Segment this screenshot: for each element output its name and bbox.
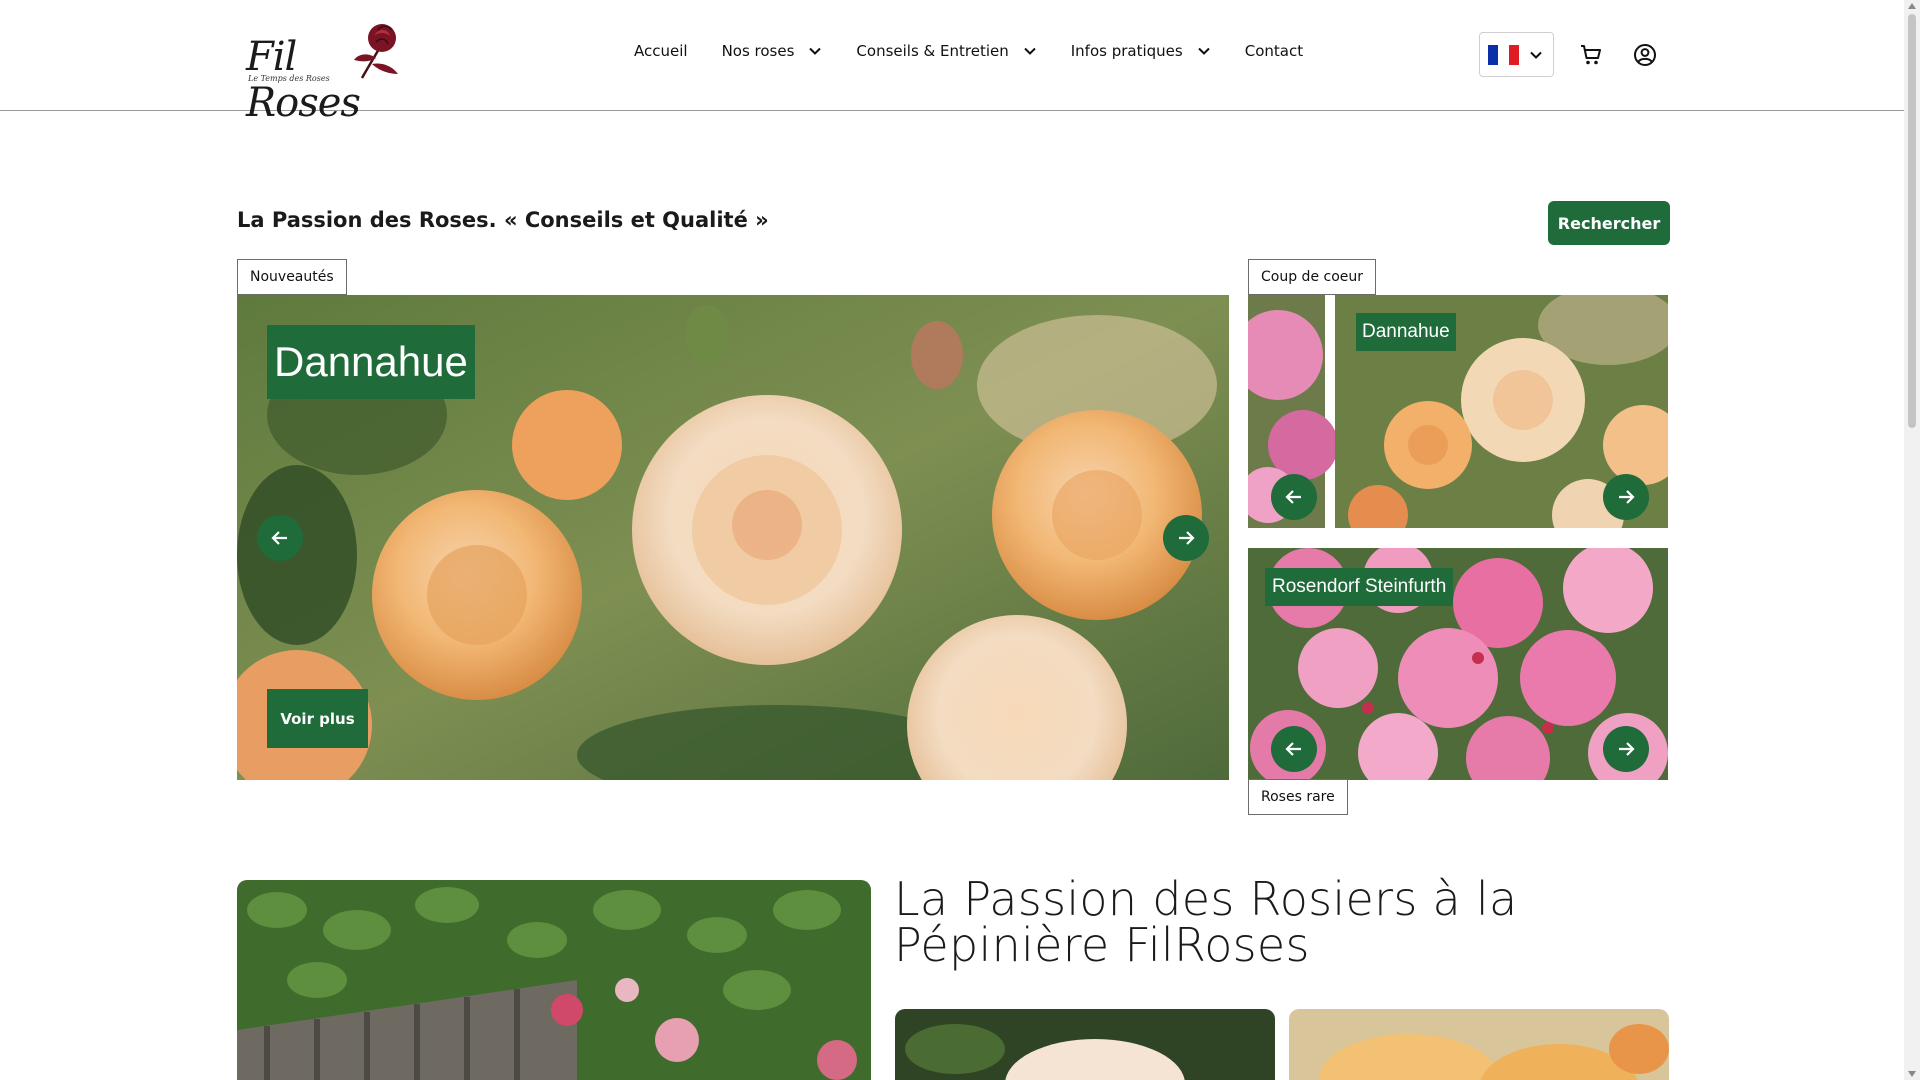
arrow-left-icon [271, 531, 287, 545]
nav-item-nos-roses[interactable]: Nos roses [722, 42, 823, 60]
arrow-left-icon [1285, 490, 1301, 504]
logo-tagline: Le Temps des Roses [248, 74, 330, 83]
rose-logo-icon [354, 24, 398, 79]
next-slide-button[interactable] [1163, 515, 1209, 561]
scroll-up-icon[interactable] [1908, 3, 1916, 9]
next-slide-button[interactable] [1603, 726, 1649, 772]
rose-thumbnail[interactable] [1289, 1009, 1669, 1080]
rose-thumbnail[interactable] [895, 1009, 1275, 1080]
tab-coup-de-coeur[interactable]: Coup de coeur [1248, 259, 1377, 295]
section-title: La Passion des Rosiers à la Pépinière Fi… [894, 872, 1518, 972]
garden-bench-photo [237, 880, 871, 1080]
chevron-down-icon [1198, 47, 1210, 55]
cart-icon[interactable] [1577, 41, 1605, 69]
language-selector[interactable] [1479, 32, 1554, 77]
nav-label: Nos roses [721, 42, 795, 60]
voir-plus-button[interactable]: Voir plus [267, 689, 368, 748]
search-button[interactable]: Rechercher [1548, 201, 1670, 245]
chevron-down-icon [1024, 47, 1036, 55]
main-nav: Accueil Nos roses Conseils & Entretien I… [634, 42, 1337, 60]
coup-de-coeur-carousel: Dannahue [1248, 295, 1668, 528]
roses-rare-carousel: Rosendorf Steinfurth [1248, 548, 1668, 780]
slide-title: Dannahue [267, 325, 475, 399]
nav-label: Contact [1244, 42, 1304, 60]
arrow-right-icon [1179, 531, 1195, 545]
arrow-right-icon [1619, 490, 1635, 504]
prev-slide-button[interactable] [257, 515, 303, 561]
chevron-down-icon [1530, 51, 1542, 59]
nouveautes-carousel: Dannahue Voir plus [237, 295, 1229, 780]
prev-slide-button[interactable] [1271, 474, 1317, 520]
nav-label: Infos pratiques [1070, 42, 1183, 60]
nav-item-contact[interactable]: Contact [1245, 42, 1303, 60]
nav-label: Accueil [634, 42, 688, 60]
tab-nouveautes[interactable]: Nouveautés [237, 259, 347, 295]
tab-roses-rare[interactable]: Roses rare [1248, 779, 1348, 815]
nav-item-infos-pratiques[interactable]: Infos pratiques [1071, 42, 1211, 60]
slide-title: Rosendorf Steinfurth [1265, 568, 1454, 606]
arrow-right-icon [1619, 742, 1635, 756]
scroll-thumb[interactable] [1908, 14, 1916, 428]
page-scrollbar[interactable] [1904, 0, 1920, 1080]
page-tagline: La Passion des Roses. « Conseils et Qual… [237, 208, 769, 232]
account-icon[interactable] [1631, 41, 1659, 69]
nav-label: Conseils & Entretien [856, 42, 1009, 60]
french-flag-icon [1488, 44, 1519, 65]
nav-item-accueil[interactable]: Accueil [634, 42, 688, 60]
prev-slide-button[interactable] [1271, 726, 1317, 772]
nav-item-conseils[interactable]: Conseils & Entretien [856, 42, 1036, 60]
scroll-down-icon[interactable] [1908, 1071, 1916, 1077]
chevron-down-icon [809, 47, 822, 55]
slide-title: Dannahue [1356, 313, 1456, 351]
arrow-left-icon [1285, 742, 1301, 756]
next-slide-button[interactable] [1603, 474, 1649, 520]
site-header: Fil Roses Le Temps des Roses Accueil Nos… [0, 0, 1904, 126]
logo[interactable]: Fil Roses Le Temps des Roses [244, 20, 412, 126]
